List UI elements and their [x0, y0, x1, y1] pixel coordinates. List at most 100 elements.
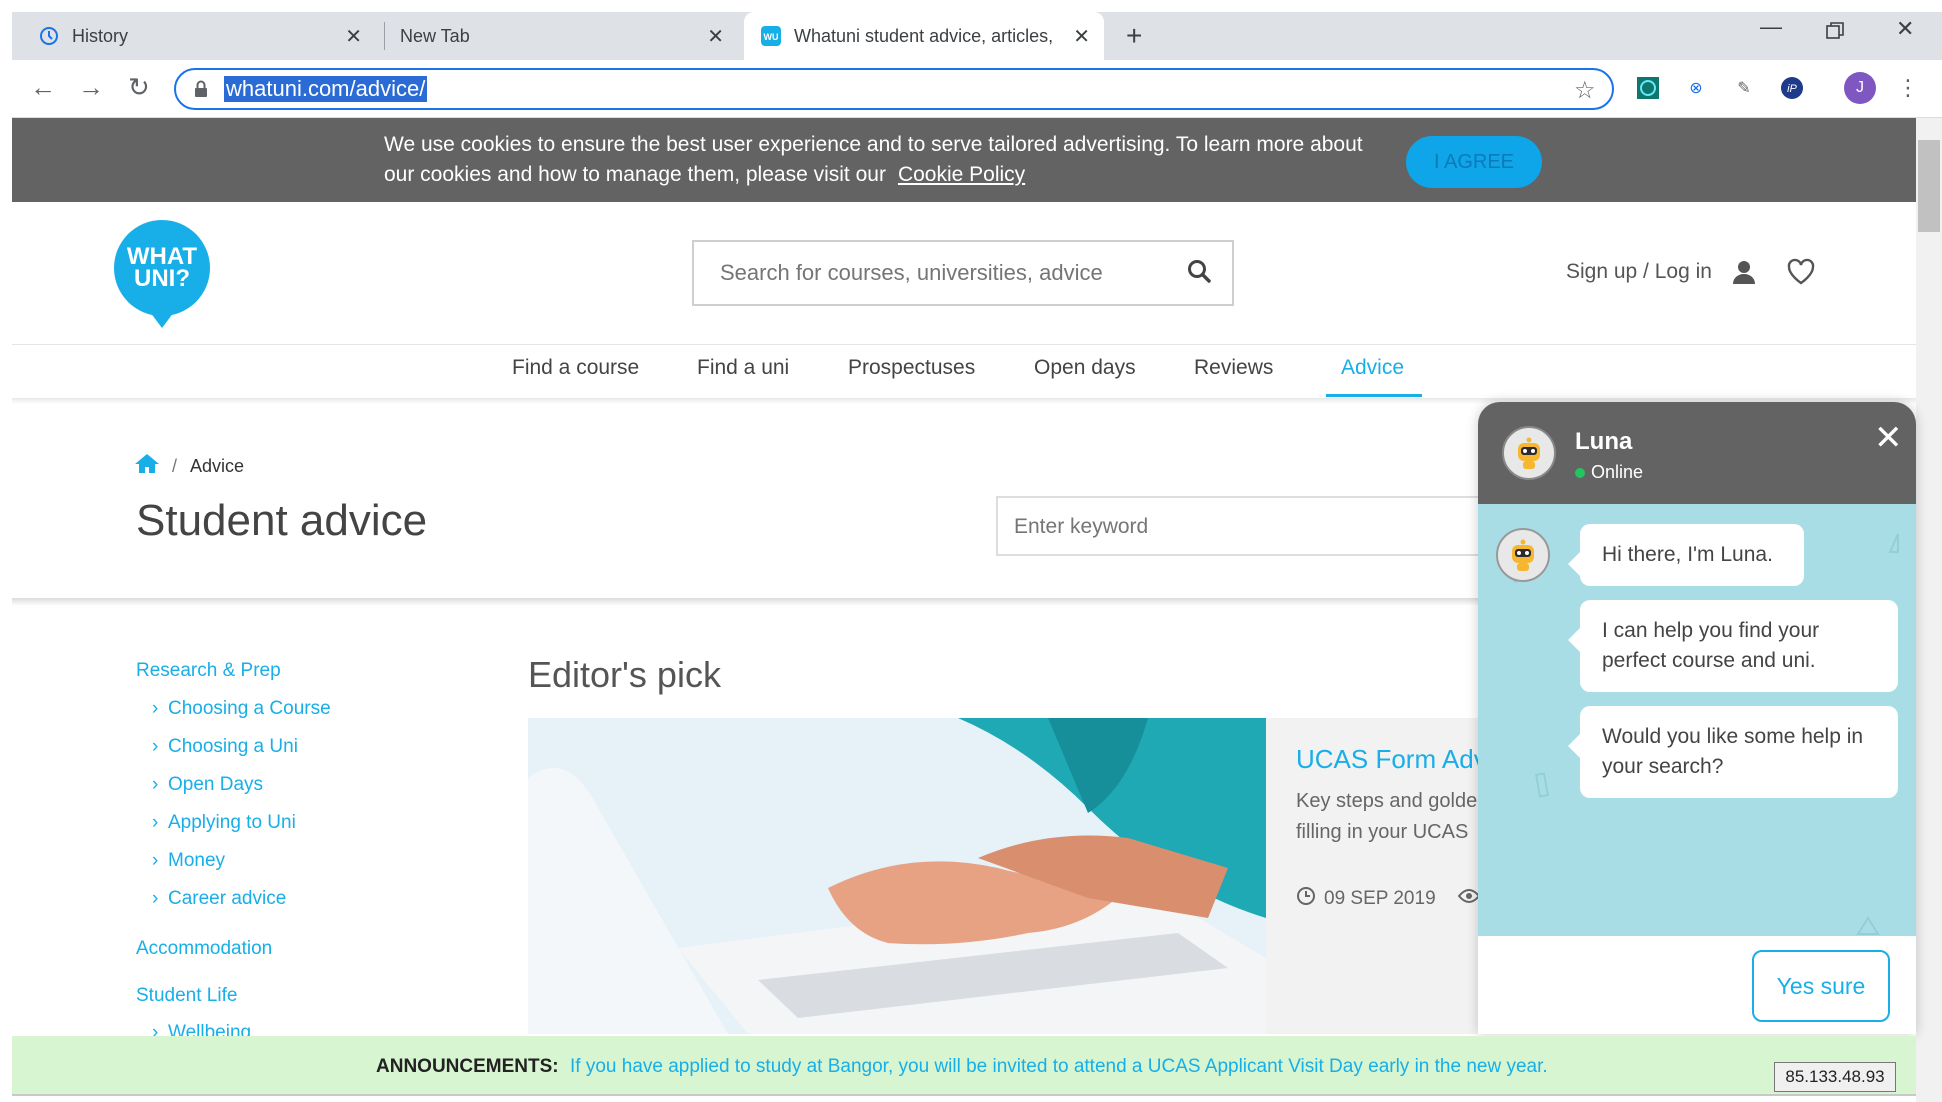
chevron-right-icon: ›	[152, 888, 159, 909]
ip-address-badge: 85.133.48.93	[1774, 1062, 1896, 1092]
cookie-policy-link[interactable]: Cookie Policy	[898, 163, 1025, 186]
header-divider	[12, 344, 1916, 345]
article-date-text: 09 SEP 2019	[1324, 888, 1436, 909]
chevron-right-icon: ›	[152, 774, 159, 795]
chat-message: I can help you find your perfect course …	[1568, 600, 1898, 692]
forward-icon[interactable]: →	[78, 72, 104, 103]
sidebar-item-label: Choosing a Course	[168, 698, 331, 719]
sidebar-item-label: Money	[168, 850, 226, 871]
announcement-link[interactable]: If you have applied to study at Bangor, …	[570, 1056, 1548, 1078]
sidebar-item-label: Wellbeing	[168, 1022, 252, 1036]
editors-pick-heading: Editor's pick	[528, 654, 721, 695]
close-tab-icon[interactable]: ✕	[1073, 24, 1090, 49]
chat-widget: Luna Online ✕ Hi there, I'm Luna. I can …	[1478, 402, 1916, 1034]
chat-messages: Hi there, I'm Luna. I can help you find …	[1478, 504, 1916, 936]
nav-prospectuses[interactable]: Prospectuses	[848, 356, 975, 380]
bookmark-star-icon[interactable]: ☆	[1574, 76, 1596, 105]
whatuni-logo[interactable]: WHAT UNI?	[114, 220, 210, 328]
tab-new-tab[interactable]: New Tab ✕	[400, 12, 738, 60]
new-tab-icon[interactable]: +	[1126, 20, 1142, 52]
chevron-right-icon: ›	[152, 736, 159, 757]
sidebar-item-label: Applying to Uni	[168, 812, 296, 833]
clock-icon	[1296, 886, 1316, 912]
site-search	[692, 240, 1234, 306]
sidebar-item-choosing-course[interactable]: › Choosing a Course	[152, 698, 331, 720]
agree-button[interactable]: I AGREE	[1406, 136, 1542, 188]
extension-icon[interactable]: ✎	[1730, 74, 1758, 102]
extension-icon[interactable]	[1634, 74, 1662, 102]
cookie-text-line2: our cookies and how to manage them, plea…	[384, 163, 886, 186]
keyword-input[interactable]	[1014, 515, 1434, 539]
cookie-banner: We use cookies to ensure the best user e…	[12, 118, 1916, 202]
chat-status-text: Online	[1591, 462, 1644, 482]
close-tab-icon[interactable]: ✕	[707, 24, 724, 49]
heart-icon[interactable]	[1786, 258, 1816, 291]
profile-avatar[interactable]: J	[1844, 72, 1876, 104]
breadcrumb-separator: /	[172, 456, 178, 476]
robot-avatar-icon	[1502, 426, 1556, 480]
active-nav-indicator	[1326, 394, 1422, 397]
cookie-message: We use cookies to ensure the best user e…	[384, 130, 1384, 190]
sidebar-item-open-days[interactable]: › Open Days	[152, 774, 263, 796]
yes-sure-button[interactable]: Yes sure	[1752, 950, 1890, 1022]
close-window-icon[interactable]: ✕	[1896, 16, 1914, 42]
home-icon[interactable]	[134, 452, 160, 479]
page-bottom-edge	[12, 1094, 1916, 1096]
close-tab-icon[interactable]: ✕	[345, 24, 362, 49]
url-text[interactable]: whatuni.com/advice/	[224, 76, 428, 102]
restore-icon[interactable]	[1826, 20, 1844, 46]
user-icon[interactable]	[1730, 258, 1758, 291]
reload-icon[interactable]: ↻	[128, 72, 150, 103]
article-date: 09 SEP 2019	[1296, 886, 1436, 912]
nav-reviews[interactable]: Reviews	[1194, 356, 1273, 380]
scrollbar-thumb[interactable]	[1918, 140, 1940, 232]
chevron-right-icon: ›	[152, 812, 159, 833]
sidebar-item-choosing-uni[interactable]: › Choosing a Uni	[152, 736, 298, 758]
sidebar-item-career-advice[interactable]: › Career advice	[152, 888, 286, 910]
lock-icon	[194, 80, 208, 103]
signup-login-link[interactable]: Sign up / Log in	[1566, 260, 1712, 284]
chat-status: Online	[1575, 462, 1643, 483]
extension-icon[interactable]: ⊗	[1682, 74, 1710, 102]
chat-message: Would you like some help in your search?	[1568, 706, 1898, 798]
ip-extension-icon[interactable]: iP	[1778, 74, 1806, 102]
menu-kebab-icon[interactable]: ⋮	[1894, 74, 1922, 102]
nav-find-a-uni[interactable]: Find a uni	[697, 356, 789, 380]
whatuni-favicon-icon: WU	[760, 25, 782, 47]
tab-label: New Tab	[400, 25, 470, 46]
chevron-right-icon: ›	[152, 850, 159, 871]
page-title: Student advice	[136, 496, 428, 545]
chevron-right-icon: ›	[152, 1022, 159, 1036]
article-image[interactable]	[528, 718, 1266, 1034]
chat-agent-name: Luna	[1575, 428, 1633, 455]
sidebar-item-applying[interactable]: › Applying to Uni	[152, 812, 296, 834]
chat-header: Luna Online ✕	[1478, 402, 1916, 504]
sidebar-student-life[interactable]: Student Life	[136, 985, 237, 1007]
tab-whatuni[interactable]: WU Whatuni student advice, articles, ✕	[744, 12, 1104, 60]
tab-label: Whatuni student advice, articles,	[794, 25, 1054, 46]
close-icon[interactable]: ✕	[1874, 418, 1903, 458]
sidebar-item-label: Career advice	[168, 888, 287, 909]
profile-initial: J	[1856, 79, 1864, 96]
sidebar-research-prep[interactable]: Research & Prep	[136, 660, 281, 682]
page-scrollbar[interactable]	[1916, 118, 1942, 1102]
nav-find-a-course[interactable]: Find a course	[512, 356, 639, 380]
search-icon[interactable]	[1186, 258, 1212, 289]
chat-message: Hi there, I'm Luna.	[1568, 524, 1804, 586]
keyword-search	[996, 496, 1516, 556]
minimize-icon[interactable]: —	[1760, 14, 1782, 40]
online-dot-icon	[1575, 467, 1585, 478]
tab-history[interactable]: History ✕	[38, 12, 376, 60]
back-icon[interactable]: ←	[30, 72, 56, 103]
svg-text:WU: WU	[764, 32, 779, 42]
search-input[interactable]	[720, 260, 1160, 286]
breadcrumb-current: Advice	[190, 456, 245, 476]
sidebar-item-money[interactable]: › Money	[152, 850, 225, 872]
cookie-text-line1: We use cookies to ensure the best user e…	[384, 133, 1363, 156]
tab-divider	[384, 22, 385, 50]
nav-open-days[interactable]: Open days	[1034, 356, 1136, 380]
svg-text:iP: iP	[1787, 83, 1797, 95]
nav-advice[interactable]: Advice	[1341, 356, 1404, 380]
sidebar-accommodation[interactable]: Accommodation	[136, 938, 272, 960]
sidebar-item-wellbeing[interactable]: › Wellbeing	[152, 1022, 251, 1036]
